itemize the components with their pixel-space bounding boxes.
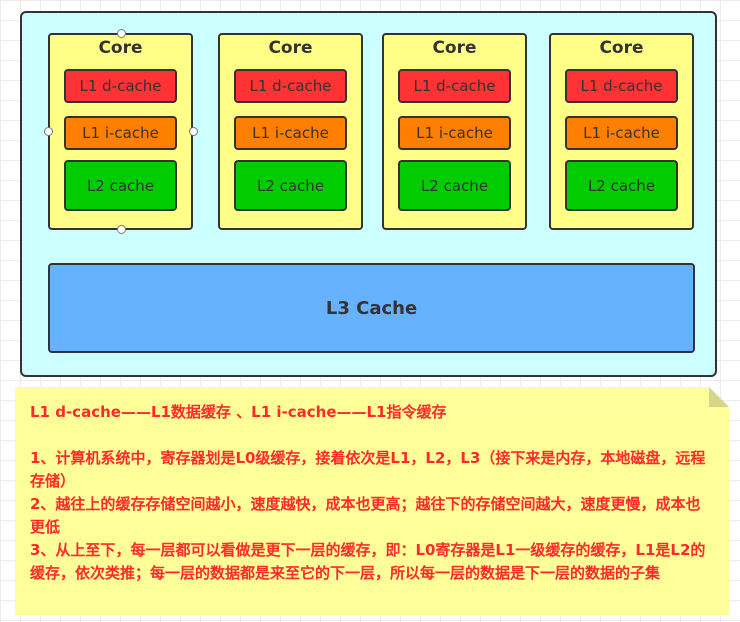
selection-handle-top[interactable] <box>117 29 126 38</box>
selection-handle-right[interactable] <box>189 127 198 136</box>
l2-cache[interactable]: L2 cache <box>64 160 177 211</box>
core-title: Core <box>432 38 477 58</box>
note-item-3: 3、从上至下，每一层都可以看做是更下一层的缓存，即：L0寄存器是L1一级缓存的缓… <box>30 541 706 582</box>
selection-handle-left[interactable] <box>44 127 53 136</box>
note-item-1: 1、计算机系统中，寄存器划是L0级缓存，接着依次是L1，L2，L3（接下来是内存… <box>30 449 706 490</box>
selection-handle-bottom[interactable] <box>117 225 126 234</box>
l1-i-cache[interactable]: L1 i-cache <box>565 116 678 150</box>
core-3[interactable]: Core L1 d-cache L1 i-cache L2 cache <box>382 33 527 230</box>
note-folded-corner <box>709 387 729 407</box>
core-title: Core <box>268 38 313 58</box>
core-title: Core <box>98 38 143 58</box>
l1-d-cache[interactable]: L1 d-cache <box>565 69 678 103</box>
note-item-2: 2、越往上的缓存存储空间越小，速度越快，成本也更高；越往下的存储空间越大，速度更… <box>30 495 701 536</box>
l2-cache[interactable]: L2 cache <box>234 160 347 211</box>
core-2[interactable]: Core L1 d-cache L1 i-cache L2 cache <box>218 33 363 230</box>
note-heading: L1 d-cache——L1数据缓存 、L1 i-cache——L1指令缓存 <box>30 403 447 421</box>
l1-d-cache[interactable]: L1 d-cache <box>64 69 177 103</box>
core-1[interactable]: Core L1 d-cache L1 i-cache L2 cache <box>48 33 193 230</box>
l1-i-cache[interactable]: L1 i-cache <box>398 116 511 150</box>
note-box[interactable]: L1 d-cache——L1数据缓存 、L1 i-cache——L1指令缓存 1… <box>15 387 729 615</box>
note-text: L1 d-cache——L1数据缓存 、L1 i-cache——L1指令缓存 1… <box>30 401 711 585</box>
core-title: Core <box>599 38 644 58</box>
l2-cache[interactable]: L2 cache <box>398 160 511 211</box>
l2-cache[interactable]: L2 cache <box>565 160 678 211</box>
l3-cache[interactable]: L3 Cache <box>48 263 695 353</box>
core-4[interactable]: Core L1 d-cache L1 i-cache L2 cache <box>549 33 694 230</box>
l1-i-cache[interactable]: L1 i-cache <box>234 116 347 150</box>
l1-d-cache[interactable]: L1 d-cache <box>234 69 347 103</box>
l1-d-cache[interactable]: L1 d-cache <box>398 69 511 103</box>
l1-i-cache[interactable]: L1 i-cache <box>64 116 177 150</box>
